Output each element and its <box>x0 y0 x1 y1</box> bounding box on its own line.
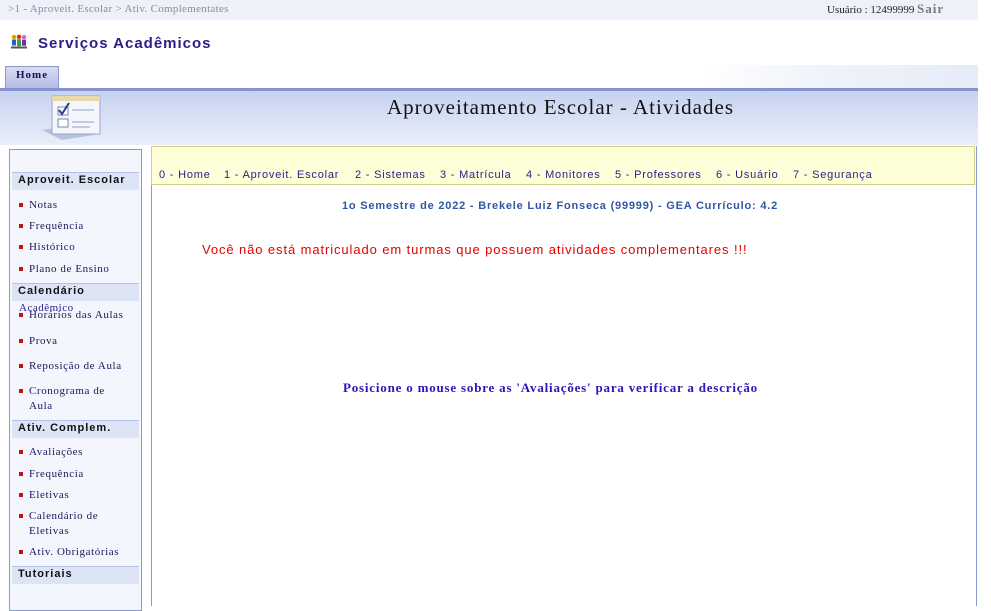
sidebar-item-frequencia[interactable]: Frequência <box>19 219 134 234</box>
nav-item-aproveit-escolar[interactable]: 1 - Aproveit. Escolar <box>224 169 339 181</box>
sidebar-item-notas[interactable]: Notas <box>19 198 134 213</box>
sidebar-item-horarios-das-aulas[interactable]: Horários das Aulas <box>19 308 134 323</box>
content-panel <box>151 146 977 606</box>
bullet-icon <box>19 472 23 476</box>
sidebar-section-tutoriais[interactable]: Tutoriais <box>12 566 139 584</box>
sidebar-item-historico[interactable]: Histórico <box>19 240 134 255</box>
sidebar-item-label: Avaliações <box>29 446 84 458</box>
app-title: Serviços Acadêmicos <box>38 35 212 52</box>
sidebar-item-prova[interactable]: Prova <box>19 334 134 349</box>
tab-home[interactable]: Home <box>5 66 59 88</box>
sidebar-section-label: Calendário <box>18 285 85 297</box>
sidebar-section-calendario[interactable]: Calendário <box>12 283 139 301</box>
breadcrumb: >1 - Aproveit. Escolar > Ativ. Complemen… <box>8 3 229 15</box>
module-nav: 0 - Home 1 - Aproveit. Escolar 2 - Siste… <box>151 146 975 185</box>
bullet-icon <box>19 364 23 368</box>
sidebar-item-label: Frequência <box>29 468 84 480</box>
nav-item-usuario[interactable]: 6 - Usuário <box>716 169 779 181</box>
sidebar-item-frequencia-complem[interactable]: Frequência <box>19 467 134 482</box>
bullet-icon <box>19 267 23 271</box>
sidebar-item-plano-de-ensino[interactable]: Plano de Ensino <box>19 262 134 277</box>
sidebar-item-avaliacoes[interactable]: Avaliações <box>19 445 134 460</box>
nav-item-professores[interactable]: 5 - Professores <box>615 169 702 181</box>
nav-item-seguranca[interactable]: 7 - Segurança <box>793 169 873 181</box>
sidebar-item-cronograma-de-aula[interactable]: Cronograma de Aula <box>19 384 119 414</box>
logout-link[interactable]: Sair <box>917 1 944 17</box>
page-title: Aproveitamento Escolar - Atividades <box>387 95 734 119</box>
bullet-icon <box>19 550 23 554</box>
sidebar-section-ativ-complem[interactable]: Ativ. Complem. <box>12 420 139 438</box>
bullet-icon <box>19 203 23 207</box>
sidebar-item-ativ-obrigatorias[interactable]: Ativ. Obrigatórias <box>19 545 134 560</box>
sidebar-item-label: Histórico <box>29 241 76 253</box>
sidebar-section-label: Tutoriais <box>18 568 73 580</box>
user-label: Usuário : 12499999 <box>827 4 915 16</box>
sidebar-item-label: Calendário de Eletivas <box>29 510 99 537</box>
bullet-icon <box>19 224 23 228</box>
sidebar-item-label: Horários das Aulas <box>29 309 124 321</box>
sidebar-item-label: Prova <box>29 335 58 347</box>
people-icon <box>10 34 28 50</box>
nav-item-home[interactable]: 0 - Home <box>159 169 211 181</box>
sidebar-item-label: Reposição de Aula <box>29 360 122 372</box>
bullet-icon <box>19 389 23 393</box>
bullet-icon <box>19 450 23 454</box>
breadcrumb-item-aproveit[interactable]: >1 - Aproveit. Escolar <box>8 3 112 15</box>
tab-strip <box>0 65 978 88</box>
sidebar-item-eletivas[interactable]: Eletivas <box>19 488 134 503</box>
bullet-icon <box>19 493 23 497</box>
bullet-icon <box>19 514 23 518</box>
sidebar-section-label: Aproveit. Escolar <box>18 174 126 186</box>
sidebar-section-label: Ativ. Complem. <box>18 422 112 434</box>
sidebar-item-label: Notas <box>29 199 58 211</box>
bullet-icon <box>19 313 23 317</box>
sidebar-item-label: Cronograma de Aula <box>29 385 105 412</box>
no-activities-message: Você não está matriculado em turmas que … <box>202 242 748 257</box>
sidebar-item-calendario-de-eletivas[interactable]: Calendário de Eletivas <box>19 509 114 539</box>
hover-hint: Posicione o mouse sobre as 'Avaliações' … <box>343 380 758 395</box>
nav-item-sistemas[interactable]: 2 - Sistemas <box>355 169 426 181</box>
nav-item-matricula[interactable]: 3 - Matrícula <box>440 169 512 181</box>
sidebar-item-label: Plano de Ensino <box>29 263 110 275</box>
semester-info: 1o Semestre de 2022 - Brekele Luiz Fonse… <box>342 200 779 212</box>
bullet-icon <box>19 245 23 249</box>
sidebar-item-label: Ativ. Obrigatórias <box>29 546 120 558</box>
nav-item-monitores[interactable]: 4 - Monitores <box>526 169 601 181</box>
sidebar-item-reposicao-de-aula[interactable]: Reposição de Aula <box>19 359 134 374</box>
sidebar-item-label: Eletivas <box>29 489 70 501</box>
checklist-icon <box>36 94 104 140</box>
sidebar-item-label: Frequência <box>29 220 84 232</box>
tab-home-label: Home <box>16 69 49 81</box>
sidebar-section-aproveit-escolar[interactable]: Aproveit. Escolar <box>12 172 139 190</box>
bullet-icon <box>19 339 23 343</box>
breadcrumb-item-ativ-complementates[interactable]: > Ativ. Complementates <box>116 3 229 15</box>
